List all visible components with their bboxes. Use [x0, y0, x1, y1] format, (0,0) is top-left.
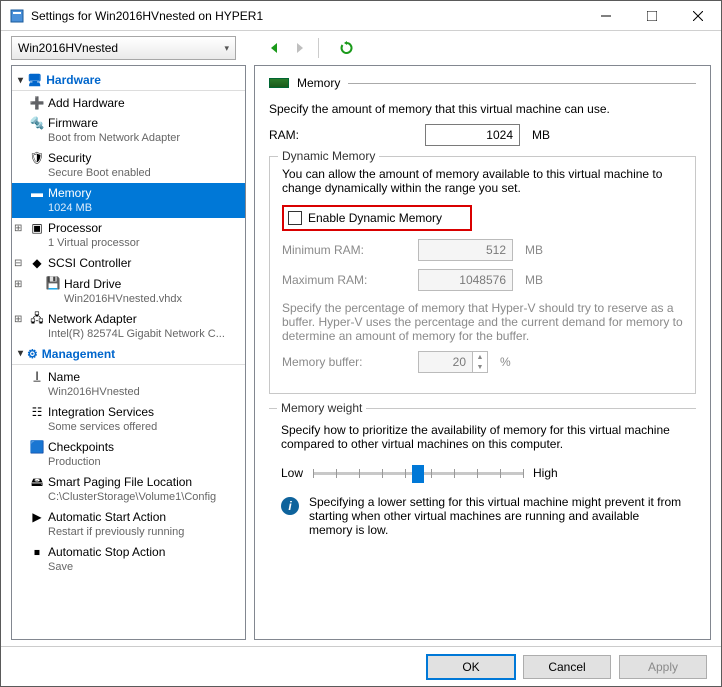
buffer-spinner: ▲▼ — [473, 351, 488, 373]
management-header[interactable]: ▾⚙ Management — [12, 344, 245, 365]
memory-weight-desc: Specify how to prioritize the availabili… — [281, 423, 684, 451]
name-icon: I̲ — [30, 370, 44, 384]
scsi-icon: ◆ — [30, 256, 44, 270]
buffer-label: Memory buffer: — [282, 355, 382, 369]
close-button[interactable] — [675, 1, 721, 31]
slider-thumb[interactable] — [412, 465, 424, 483]
tree-add-hardware[interactable]: ➕ Add Hardware — [12, 93, 245, 113]
paging-icon: 🖴 — [30, 475, 44, 489]
autostop-icon: ⏹ — [30, 545, 44, 559]
nav-forward-button[interactable] — [290, 38, 310, 58]
max-ram-unit: MB — [525, 273, 543, 287]
dynamic-memory-group: Dynamic Memory You can allow the amount … — [269, 156, 696, 394]
maximize-button[interactable] — [629, 1, 675, 31]
tree-security[interactable]: 🛡 Security Secure Boot enabled — [12, 148, 245, 183]
hard-drive-icon: 💾 — [46, 277, 60, 291]
tree-network[interactable]: 🖧 Network Adapter Intel(R) 82574L Gigabi… — [12, 309, 245, 344]
memory-weight-slider[interactable] — [313, 461, 523, 485]
tree-integration[interactable]: ☷ Integration Services Some services off… — [12, 402, 245, 437]
checkpoints-icon: 🟦 — [30, 440, 44, 454]
info-icon: i — [281, 497, 299, 515]
ram-unit: MB — [532, 128, 550, 142]
memory-icon: ▬ — [30, 186, 44, 200]
tree-autostart[interactable]: ▶ Automatic Start Action Restart if prev… — [12, 507, 245, 542]
add-hardware-icon: ➕ — [30, 96, 44, 110]
min-ram-input — [418, 239, 513, 261]
app-icon — [9, 8, 25, 24]
vm-selector-value: Win2016HVnested — [18, 41, 118, 55]
dynamic-memory-title: Dynamic Memory — [278, 149, 379, 163]
network-icon: 🖧 — [30, 312, 44, 326]
titlebar: Settings for Win2016HVnested on HYPER1 — [1, 1, 721, 31]
tree-autostop[interactable]: ⏹ Automatic Stop Action Save — [12, 542, 245, 577]
chevron-up-icon: ▲ — [473, 352, 487, 362]
buffer-unit: % — [500, 355, 511, 369]
tree-paging[interactable]: 🖴 Smart Paging File Location C:\ClusterS… — [12, 472, 245, 507]
panel-heading: Memory — [297, 76, 340, 90]
panel-intro: Specify the amount of memory that this v… — [269, 102, 696, 116]
min-ram-label: Minimum RAM: — [282, 243, 382, 257]
ram-input[interactable] — [425, 124, 520, 146]
settings-tree[interactable]: ▾🖥 Hardware ➕ Add Hardware 🔩 Firmware Bo… — [11, 65, 246, 640]
autostart-icon: ▶ — [30, 510, 44, 524]
buffer-input — [418, 351, 473, 373]
min-ram-unit: MB — [525, 243, 543, 257]
shield-icon: 🛡 — [30, 151, 44, 165]
tree-hard-drive[interactable]: 💾 Hard Drive Win2016HVnested.vhdx — [12, 274, 245, 309]
ok-button[interactable]: OK — [427, 655, 515, 679]
firmware-icon: 🔩 — [30, 116, 44, 130]
ram-label: RAM: — [269, 128, 369, 142]
dialog-buttons: OK Cancel Apply — [1, 646, 721, 686]
memory-chip-icon — [269, 78, 289, 88]
toolbar: Win2016HVnested ▾ — [1, 31, 721, 65]
max-ram-label: Maximum RAM: — [282, 273, 382, 287]
memory-weight-group: Memory weight Specify how to prioritize … — [269, 408, 696, 549]
tree-memory[interactable]: ▬ Memory 1024 MB — [12, 183, 245, 218]
tree-name[interactable]: I̲ Name Win2016HVnested — [12, 367, 245, 402]
tree-scsi[interactable]: ◆ SCSI Controller — [12, 253, 245, 273]
memory-panel: Memory Specify the amount of memory that… — [254, 65, 711, 640]
tree-firmware[interactable]: 🔩 Firmware Boot from Network Adapter — [12, 113, 245, 148]
weight-info-text: Specifying a lower setting for this virt… — [309, 495, 684, 537]
weight-low-label: Low — [281, 466, 303, 480]
dynamic-memory-desc: You can allow the amount of memory avail… — [282, 167, 683, 195]
cancel-button[interactable]: Cancel — [523, 655, 611, 679]
buffer-desc: Specify the percentage of memory that Hy… — [282, 301, 683, 343]
memory-weight-title: Memory weight — [277, 401, 366, 415]
vm-selector[interactable]: Win2016HVnested ▾ — [11, 36, 236, 60]
enable-dynamic-memory-row[interactable]: Enable Dynamic Memory — [282, 205, 472, 231]
processor-icon: ▣ — [30, 221, 44, 235]
window-title: Settings for Win2016HVnested on HYPER1 — [31, 9, 263, 23]
integration-icon: ☷ — [30, 405, 44, 419]
apply-button[interactable]: Apply — [619, 655, 707, 679]
minimize-button[interactable] — [583, 1, 629, 31]
tree-checkpoints[interactable]: 🟦 Checkpoints Production — [12, 437, 245, 472]
refresh-button[interactable] — [337, 38, 357, 58]
weight-high-label: High — [533, 466, 558, 480]
chevron-down-icon: ▾ — [224, 43, 229, 54]
settings-window: Settings for Win2016HVnested on HYPER1 W… — [0, 0, 722, 687]
max-ram-input — [418, 269, 513, 291]
tree-processor[interactable]: ▣ Processor 1 Virtual processor — [12, 218, 245, 253]
enable-dynamic-memory-checkbox[interactable] — [288, 211, 302, 225]
hardware-header[interactable]: ▾🖥 Hardware — [12, 70, 245, 91]
nav-back-button[interactable] — [264, 38, 284, 58]
enable-dynamic-memory-label: Enable Dynamic Memory — [308, 211, 442, 225]
chevron-down-icon: ▼ — [473, 362, 487, 372]
